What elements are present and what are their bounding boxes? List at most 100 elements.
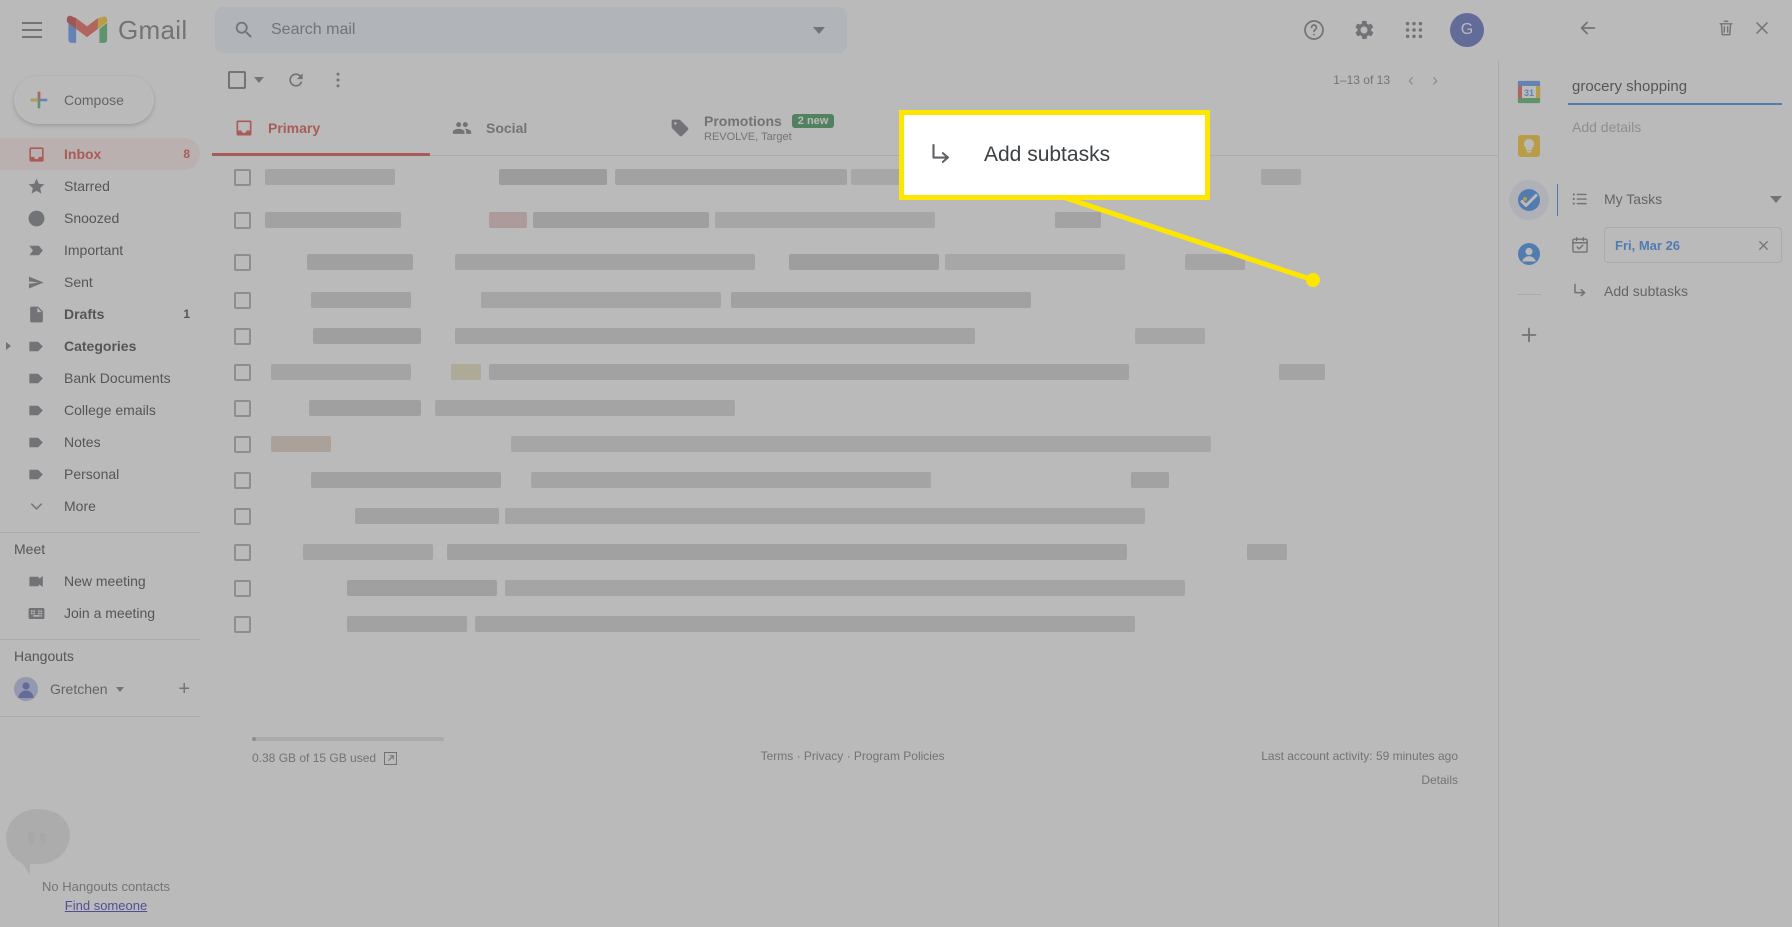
find-someone-link[interactable]: Find someone <box>65 898 147 913</box>
row-checkbox[interactable] <box>234 168 251 186</box>
refresh-icon[interactable] <box>286 70 306 90</box>
external-link-icon[interactable] <box>384 751 398 765</box>
task-title-input[interactable] <box>1568 72 1782 105</box>
sidebar-item-sent[interactable]: Sent <box>0 266 200 298</box>
tag-icon <box>670 118 690 138</box>
trash-icon[interactable] <box>1708 10 1744 46</box>
row-checkbox[interactable] <box>234 291 251 309</box>
tab-promotions[interactable]: Promotions 2 new REVOLVE, Target <box>648 100 866 155</box>
sidebar-item-join-meeting[interactable]: Join a meeting <box>0 597 200 629</box>
sidebar-item-snoozed[interactable]: Snoozed <box>0 202 200 234</box>
gear-icon[interactable] <box>1342 8 1386 52</box>
task-due-date-chip[interactable]: Fri, Mar 26 <box>1604 227 1782 263</box>
add-side-panel-app-button[interactable] <box>1509 315 1549 355</box>
row-checkbox[interactable] <box>234 363 251 381</box>
google-calendar-icon[interactable]: 31 <box>1509 72 1549 112</box>
help-question-icon[interactable] <box>1292 8 1336 52</box>
add-subtasks-label[interactable]: Add subtasks <box>1604 283 1688 299</box>
task-list-select[interactable]: My Tasks <box>1604 191 1782 207</box>
plus-icon[interactable]: + <box>178 678 190 701</box>
apps-grid-icon[interactable] <box>1392 8 1436 52</box>
row-checkbox[interactable] <box>234 579 251 597</box>
task-details-input[interactable] <box>1568 115 1782 171</box>
sidebar-item-label: Notes <box>64 434 101 450</box>
row-checkbox[interactable] <box>234 211 251 229</box>
gmail-logo[interactable]: Gmail <box>66 15 187 46</box>
table-row[interactable] <box>212 354 1498 390</box>
activity-details-link[interactable]: Details <box>1261 773 1458 787</box>
table-row[interactable] <box>212 282 1498 318</box>
sidebar-item-label: College emails <box>64 402 156 418</box>
row-checkbox[interactable] <box>234 507 251 525</box>
row-checkbox[interactable] <box>234 327 251 345</box>
google-keep-icon[interactable] <box>1509 126 1549 166</box>
table-row[interactable] <box>212 570 1498 606</box>
sidebar-item-inbox[interactable]: Inbox 8 <box>0 138 200 170</box>
select-all-checkbox[interactable] <box>228 71 246 89</box>
row-checkbox[interactable] <box>234 253 251 271</box>
close-x-icon[interactable] <box>1744 10 1780 46</box>
important-marker-icon <box>26 240 46 260</box>
google-tasks-icon[interactable] <box>1508 180 1560 220</box>
table-row[interactable] <box>212 242 1498 282</box>
row-checkbox[interactable] <box>234 399 251 417</box>
sidebar-item-label: Inbox <box>64 146 102 162</box>
table-row[interactable] <box>212 606 1498 642</box>
sidebar-item-more[interactable]: More <box>0 490 200 522</box>
sidebar-item-bank-documents[interactable]: Bank Documents <box>0 362 200 394</box>
sidebar-item-drafts[interactable]: Drafts 1 <box>0 298 200 330</box>
sidebar-item-personal[interactable]: Personal <box>0 458 200 490</box>
compose-button[interactable]: Compose <box>14 76 154 124</box>
tab-primary[interactable]: Primary <box>212 100 430 156</box>
storage-info: 0.38 GB of 15 GB used <box>252 737 444 765</box>
sidebar-item-notes[interactable]: Notes <box>0 426 200 458</box>
footer-links[interactable]: Terms · Privacy · Program Policies <box>761 737 945 763</box>
label-tag-icon <box>26 368 46 388</box>
table-row[interactable] <box>212 198 1498 242</box>
table-row[interactable] <box>212 462 1498 498</box>
table-row[interactable] <box>212 318 1498 354</box>
tab-social[interactable]: Social <box>430 100 648 155</box>
select-dropdown-caret-icon[interactable] <box>254 77 264 83</box>
search-bar[interactable] <box>215 7 847 53</box>
row-checkbox[interactable] <box>234 615 251 633</box>
search-input[interactable] <box>271 21 813 39</box>
hangouts-user-row[interactable]: Gretchen + <box>0 672 212 706</box>
sidebar-item-label: Categories <box>64 338 137 354</box>
avatar[interactable]: G <box>1450 13 1484 47</box>
clear-date-icon[interactable] <box>1756 238 1771 253</box>
table-row[interactable] <box>212 390 1498 426</box>
more-vertical-icon[interactable] <box>328 70 348 90</box>
row-checkbox[interactable] <box>234 435 251 453</box>
people-icon <box>452 118 472 138</box>
table-row[interactable] <box>212 426 1498 462</box>
sidebar-item-college-emails[interactable]: College emails <box>0 394 200 426</box>
chevron-right-icon[interactable]: › <box>1432 70 1438 91</box>
divider <box>1516 294 1541 295</box>
task-subtask-row[interactable]: Add subtasks <box>1558 268 1792 314</box>
table-row[interactable] <box>212 534 1498 570</box>
tab-label: Social <box>486 119 528 136</box>
sidebar-item-new-meeting[interactable]: New meeting <box>0 565 200 597</box>
sidebar-item-label: Drafts <box>64 306 105 322</box>
hamburger-menu-icon[interactable] <box>8 6 56 54</box>
table-row[interactable] <box>212 156 1498 198</box>
promotions-new-badge: 2 new <box>791 113 835 128</box>
row-checkbox[interactable] <box>234 471 251 489</box>
task-date-row[interactable]: Fri, Mar 26 <box>1558 222 1792 268</box>
chevron-right-icon[interactable] <box>6 342 11 350</box>
back-arrow-icon[interactable] <box>1570 10 1606 46</box>
task-list-row[interactable]: My Tasks <box>1558 176 1792 222</box>
sidebar-item-categories[interactable]: Categories <box>0 330 200 362</box>
row-checkbox[interactable] <box>234 543 251 561</box>
chevron-down-icon[interactable] <box>115 686 124 692</box>
table-row[interactable] <box>212 498 1498 534</box>
account-activity: Last account activity: 59 minutes ago De… <box>1261 737 1458 787</box>
google-contacts-icon[interactable] <box>1509 234 1549 274</box>
sidebar-item-important[interactable]: Important <box>0 234 200 266</box>
sidebar-item-count: 1 <box>183 307 190 321</box>
sidebar-item-starred[interactable]: Starred <box>0 170 200 202</box>
gmail-m-logo <box>66 15 108 46</box>
chevron-left-icon[interactable]: ‹ <box>1408 70 1414 91</box>
search-options-caret-icon[interactable] <box>813 26 825 34</box>
